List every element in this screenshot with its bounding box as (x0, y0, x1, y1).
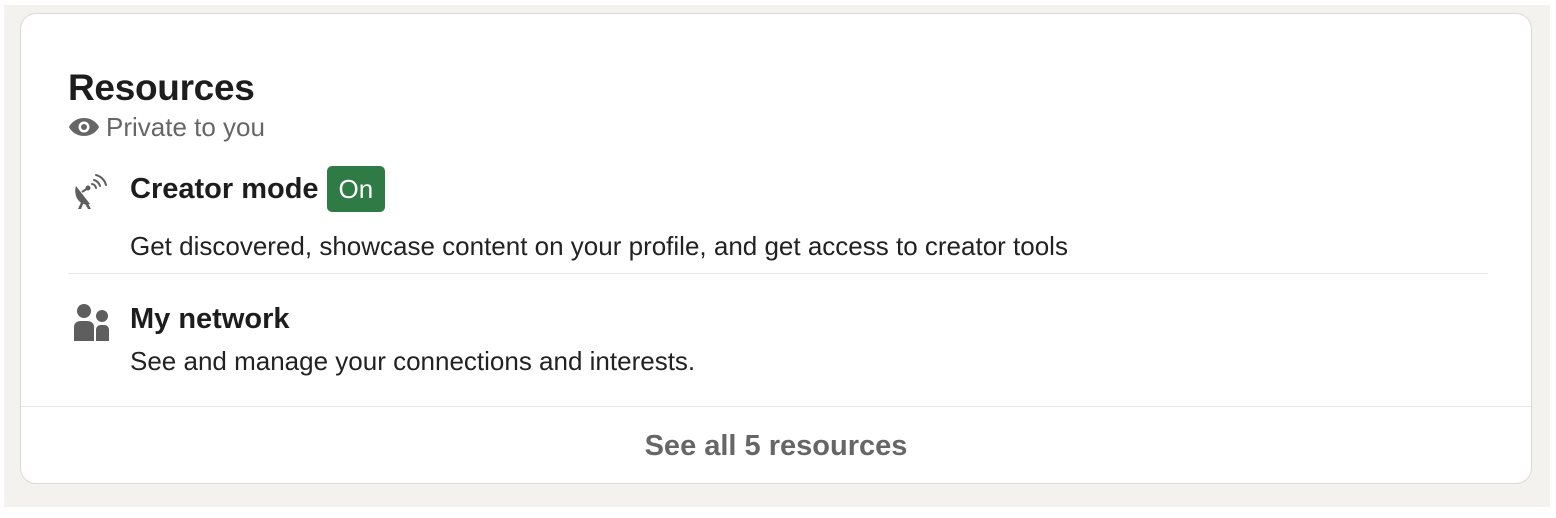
privacy-indicator: Private to you (68, 112, 265, 142)
satellite-dish-icon (72, 172, 112, 212)
see-all-resources-link[interactable]: See all 5 resources (21, 406, 1531, 483)
status-badge: On (326, 166, 386, 212)
card-title: Resources (68, 67, 255, 108)
my-network-description: See and manage your connections and inte… (130, 346, 696, 376)
creator-mode-title: Creator mode On (130, 166, 386, 212)
people-icon (72, 302, 112, 342)
resources-card: Resources Private to you Creator mode On… (20, 13, 1532, 484)
creator-mode-label: Creator mode (130, 173, 319, 205)
eye-icon (68, 117, 100, 137)
divider (68, 273, 1488, 274)
resource-my-network[interactable]: My network See and manage your connectio… (68, 298, 1488, 388)
privacy-label: Private to you (106, 111, 265, 142)
my-network-title: My network (130, 303, 290, 335)
creator-mode-description: Get discovered, showcase content on your… (130, 231, 1068, 261)
resource-creator-mode[interactable]: Creator mode On Get discovered, showcase… (68, 164, 1488, 264)
